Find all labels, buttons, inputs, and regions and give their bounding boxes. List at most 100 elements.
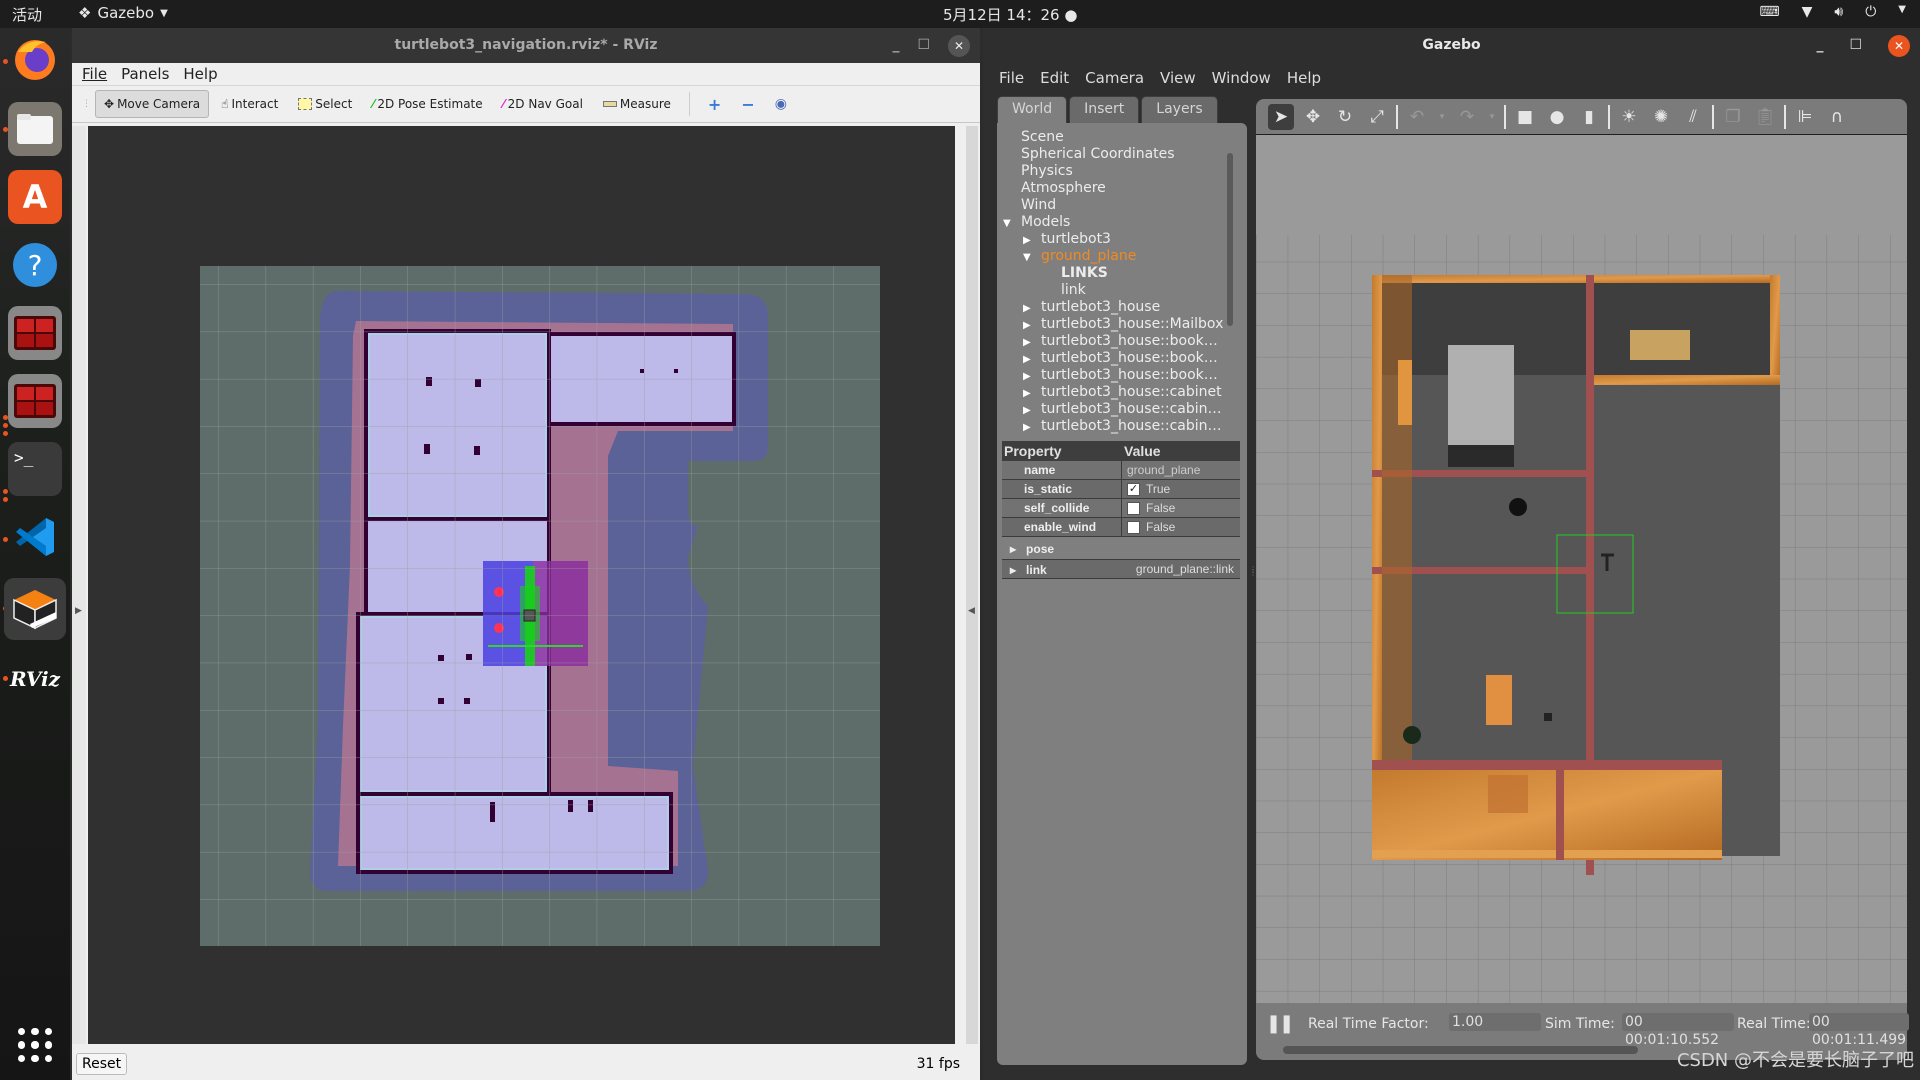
gazebo-render[interactable] (1256, 135, 1907, 1003)
pause-icon[interactable]: ❚❚ (1266, 1013, 1294, 1034)
tab-world[interactable]: World (997, 96, 1068, 123)
maximize-button[interactable]: ☐ (917, 28, 930, 63)
status-scrollbar[interactable] (1283, 1046, 1638, 1054)
translate-icon[interactable]: ✥ (1300, 104, 1326, 130)
view-eye-icon[interactable]: ◉ (767, 96, 795, 112)
align-icon[interactable]: ⊫ (1792, 104, 1818, 130)
tree-item[interactable]: ▶ turtlebot3_house (997, 299, 1237, 316)
menu-help[interactable]: Help (183, 63, 217, 85)
collapsed-arrow-icon[interactable]: ▶ (1023, 368, 1041, 385)
gazebo-3d-view[interactable] (1256, 135, 1907, 1003)
close-button[interactable]: ✕ (948, 34, 970, 57)
scale-icon[interactable]: ⤢ (1364, 104, 1390, 130)
rotate-icon[interactable]: ↻ (1332, 104, 1358, 130)
menu-file[interactable]: File (82, 63, 107, 85)
chevron-down-icon[interactable]: ▼ (1898, 4, 1906, 20)
dock-gazebo[interactable] (4, 578, 66, 640)
property-group-pose[interactable]: ▸ pose (1002, 539, 1240, 559)
volume-icon[interactable]: 🔊︎ (1834, 4, 1843, 20)
toolbar-grip[interactable]: ⋮ (82, 99, 91, 109)
gazebo-titlebar[interactable]: Gazebo _ ☐ ✕ (983, 28, 1920, 63)
tab-layers[interactable]: Layers (1141, 96, 1218, 123)
tree-item[interactable]: Scene (997, 129, 1237, 146)
left-dock-collapse-handle[interactable]: ▶ (72, 126, 86, 1044)
is-static-checkbox[interactable]: ✓ (1127, 482, 1140, 496)
tool-interact[interactable]: ☝ Interact (213, 91, 286, 117)
power-icon[interactable]: ⏻ (1865, 4, 1876, 20)
dock-help[interactable]: ? (8, 238, 62, 292)
collapsed-arrow-icon[interactable]: ▶ (1023, 334, 1041, 351)
activities-button[interactable]: 活动 (12, 4, 42, 25)
enable-wind-checkbox[interactable] (1127, 520, 1140, 534)
collapsed-arrow-icon[interactable]: ▶ (1023, 232, 1041, 249)
menu-help[interactable]: Help (1287, 63, 1321, 93)
collapsed-arrow-icon[interactable]: ▶ (1023, 385, 1041, 402)
redo-icon[interactable]: ↷ (1454, 104, 1480, 130)
tree-item[interactable]: Wind (997, 197, 1237, 214)
tool-2d-nav-goal[interactable]: ⁄ 2D Nav Goal (495, 91, 591, 117)
collapsed-arrow-icon[interactable]: ▶ (1023, 300, 1041, 317)
app-menu[interactable]: ❖ Gazebo ▼ (78, 4, 168, 22)
tool-select[interactable]: Select (290, 91, 360, 117)
copy-icon[interactable]: ❐ (1720, 104, 1746, 130)
collapsed-arrow-icon[interactable]: ▶ (1023, 351, 1041, 368)
rviz-titlebar[interactable]: turtlebot3_navigation.rviz* - RViz _ ☐ ✕ (72, 28, 980, 63)
dock-terminator[interactable] (8, 306, 62, 360)
show-apps-icon[interactable] (18, 1028, 52, 1062)
dock-software[interactable]: A (8, 170, 62, 224)
tree-item[interactable]: ▶ turtlebot3 (997, 231, 1237, 248)
rviz-3d-view[interactable] (88, 126, 955, 1044)
box-icon[interactable]: ■ (1512, 104, 1538, 130)
tab-insert[interactable]: Insert (1069, 96, 1140, 123)
wifi-icon[interactable]: ▼ (1802, 4, 1813, 20)
close-button[interactable]: ✕ (1888, 34, 1910, 57)
maximize-button[interactable]: ☐ (1849, 28, 1862, 63)
expanded-arrow-icon[interactable]: ▼ (1003, 215, 1021, 232)
right-dock-collapse-handle[interactable]: ◀ (966, 126, 978, 1044)
menu-file[interactable]: File (999, 63, 1024, 93)
dock-firefox[interactable] (8, 32, 62, 86)
sphere-icon[interactable]: ● (1544, 104, 1570, 130)
undo-dropdown-icon[interactable]: ▾ (1436, 104, 1448, 130)
keyboard-icon[interactable]: ⌨ (1759, 4, 1779, 20)
tree-item[interactable]: ▶ turtlebot3_house::cabinet (997, 384, 1237, 401)
tree-item[interactable]: link (997, 282, 1237, 299)
tree-item[interactable]: ▶ turtlebot3_house::cabin… (997, 401, 1237, 418)
remove-tool-minus-icon[interactable]: − (733, 95, 762, 114)
self-collide-checkbox[interactable] (1127, 501, 1140, 515)
dock-terminator-2[interactable] (8, 374, 62, 428)
dock-files[interactable] (8, 102, 62, 156)
dock-rviz[interactable]: RViz (8, 652, 62, 706)
minimize-button[interactable]: _ (892, 28, 899, 63)
add-tool-plus-icon[interactable]: + (700, 95, 729, 114)
tree-item[interactable]: ▶ turtlebot3_house::cabin… (997, 418, 1237, 435)
menu-panels[interactable]: Panels (121, 63, 169, 85)
menu-window[interactable]: Window (1212, 63, 1271, 93)
property-group-link[interactable]: ▸ link ground_plane::link (1002, 559, 1240, 579)
spot-light-icon[interactable]: ✺ (1648, 104, 1674, 130)
tree-item[interactable]: ▶ turtlebot3_house::book… (997, 350, 1237, 367)
redo-dropdown-icon[interactable]: ▾ (1486, 104, 1498, 130)
cylinder-icon[interactable]: ▮ (1576, 104, 1602, 130)
paste-icon[interactable]: 📋︎ (1752, 104, 1778, 130)
select-arrow-icon[interactable]: ➤ (1268, 103, 1294, 130)
dock-terminal[interactable]: >_ (8, 442, 62, 496)
tree-item[interactable]: ▶ turtlebot3_house::Mailbox (997, 316, 1237, 333)
point-light-icon[interactable]: ☀ (1616, 104, 1642, 130)
tree-item[interactable]: ▶ turtlebot3_house::book… (997, 333, 1237, 350)
clock[interactable]: 5月12日 14：26 ● (943, 4, 1077, 25)
collapsed-arrow-icon[interactable]: ▶ (1023, 419, 1041, 436)
menu-edit[interactable]: Edit (1040, 63, 1069, 93)
tool-measure[interactable]: Measure (595, 91, 679, 117)
dock-vscode[interactable] (8, 510, 62, 564)
menu-camera[interactable]: Camera (1085, 63, 1144, 93)
undo-icon[interactable]: ↶ (1404, 104, 1430, 130)
world-tree[interactable]: Scene Spherical Coordinates Physics Atmosph… (997, 129, 1237, 437)
collapsed-arrow-icon[interactable]: ▶ (1023, 402, 1041, 419)
tree-item[interactable]: Atmosphere (997, 180, 1237, 197)
tree-item[interactable]: Physics (997, 163, 1237, 180)
tool-2d-pose-estimate[interactable]: ⁄ 2D Pose Estimate (364, 91, 490, 117)
tree-item[interactable]: ▼ ground_plane (997, 248, 1237, 265)
directional-light-icon[interactable]: ⫽ (1680, 104, 1706, 130)
tree-item[interactable]: LINKS (997, 265, 1237, 282)
